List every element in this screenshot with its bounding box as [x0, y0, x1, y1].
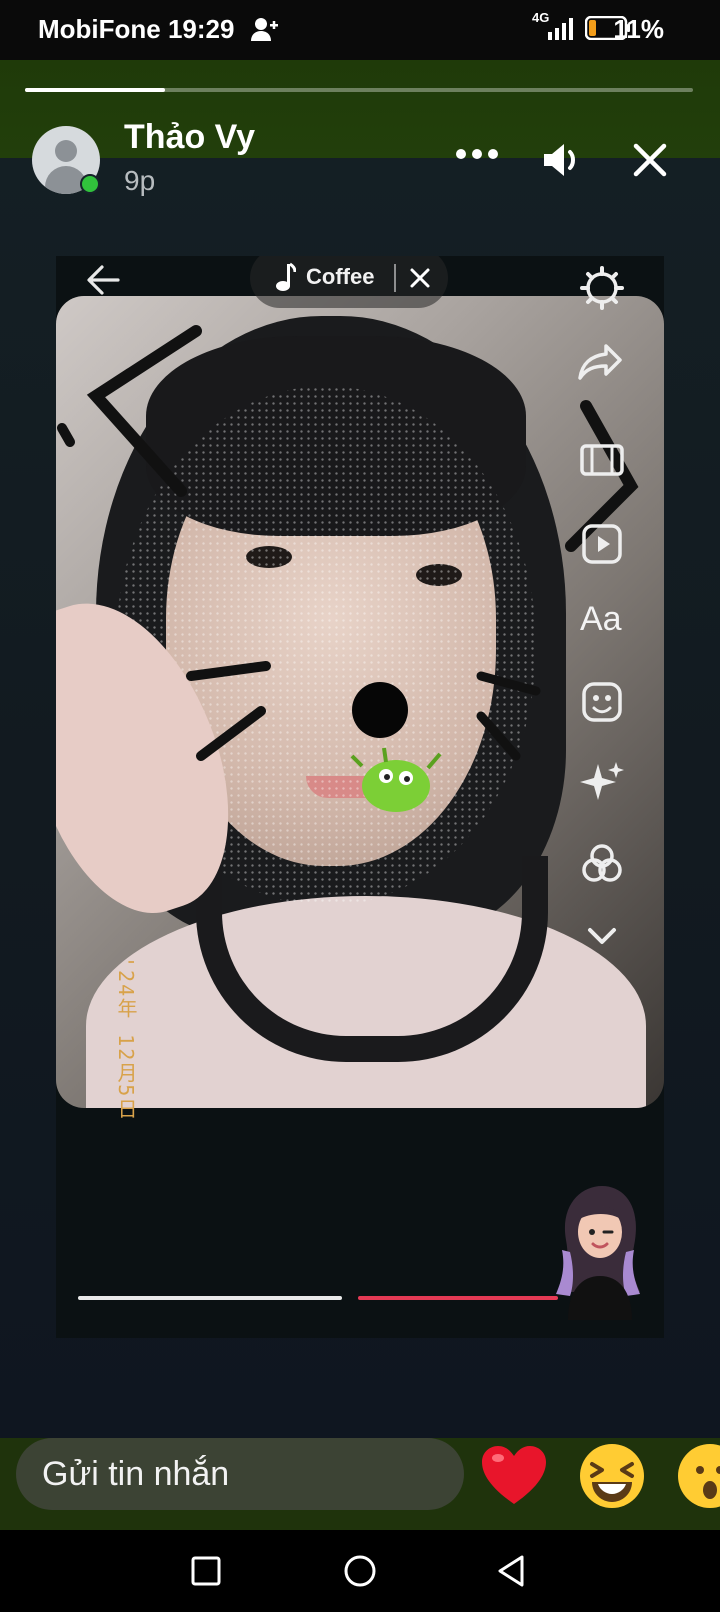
more-icon[interactable] [455, 144, 499, 164]
video-icon [582, 524, 622, 564]
chevron-down-icon [588, 928, 616, 944]
person-add-icon [251, 18, 278, 41]
close-icon[interactable] [632, 142, 668, 178]
heart-reaction-button[interactable] [478, 1440, 550, 1512]
story-content[interactable]: '24年 12月5日 Coffee Aa [56, 256, 664, 1338]
battery-percent: 11% [613, 14, 664, 44]
signal-icon [548, 18, 573, 40]
online-status-dot [80, 174, 100, 194]
recents-button[interactable] [188, 1553, 224, 1589]
settings-icon [580, 266, 624, 310]
story-progress-bar [25, 88, 693, 92]
monster-sticker [350, 747, 442, 812]
music-title: Coffee [306, 264, 375, 289]
music-separator [394, 264, 396, 292]
wow-reaction-button[interactable] [674, 1440, 720, 1512]
message-input[interactable] [16, 1438, 464, 1510]
share-icon [578, 344, 622, 380]
story-username[interactable]: Thảo Vy [124, 118, 255, 157]
carrier-time: MobiFone 19:29 [38, 14, 235, 44]
header-band [0, 60, 720, 158]
music-close-icon[interactable] [408, 266, 432, 290]
filters-icon [582, 844, 622, 882]
sound-icon[interactable] [540, 140, 584, 180]
laugh-reaction-button[interactable] [576, 1440, 648, 1512]
story-bottom-bar-red [358, 1296, 558, 1300]
back-button[interactable] [494, 1553, 530, 1589]
cat-drawing-overlay [57, 325, 639, 812]
flip-icon [580, 444, 624, 476]
photo-date-stamp: '24年 12月5日 [114, 956, 138, 1121]
status-bar: MobiFone 19:29 4G 11% [0, 0, 720, 60]
story-back-arrow-icon [87, 265, 120, 295]
home-button[interactable] [342, 1553, 378, 1589]
cartoon-avatar-sticker[interactable] [548, 1180, 648, 1320]
story-bottom-bar-white [78, 1296, 342, 1300]
avatar-head [55, 140, 77, 162]
effects-icon [580, 762, 624, 800]
music-note-icon [276, 262, 296, 291]
story-progress-fill [25, 88, 166, 92]
network-type: 4G [532, 10, 550, 25]
story-time-ago: 9p [124, 165, 156, 196]
sticker-icon [582, 682, 622, 722]
text-tool: Aa [580, 600, 622, 638]
music-chip[interactable]: Coffee [250, 256, 448, 308]
